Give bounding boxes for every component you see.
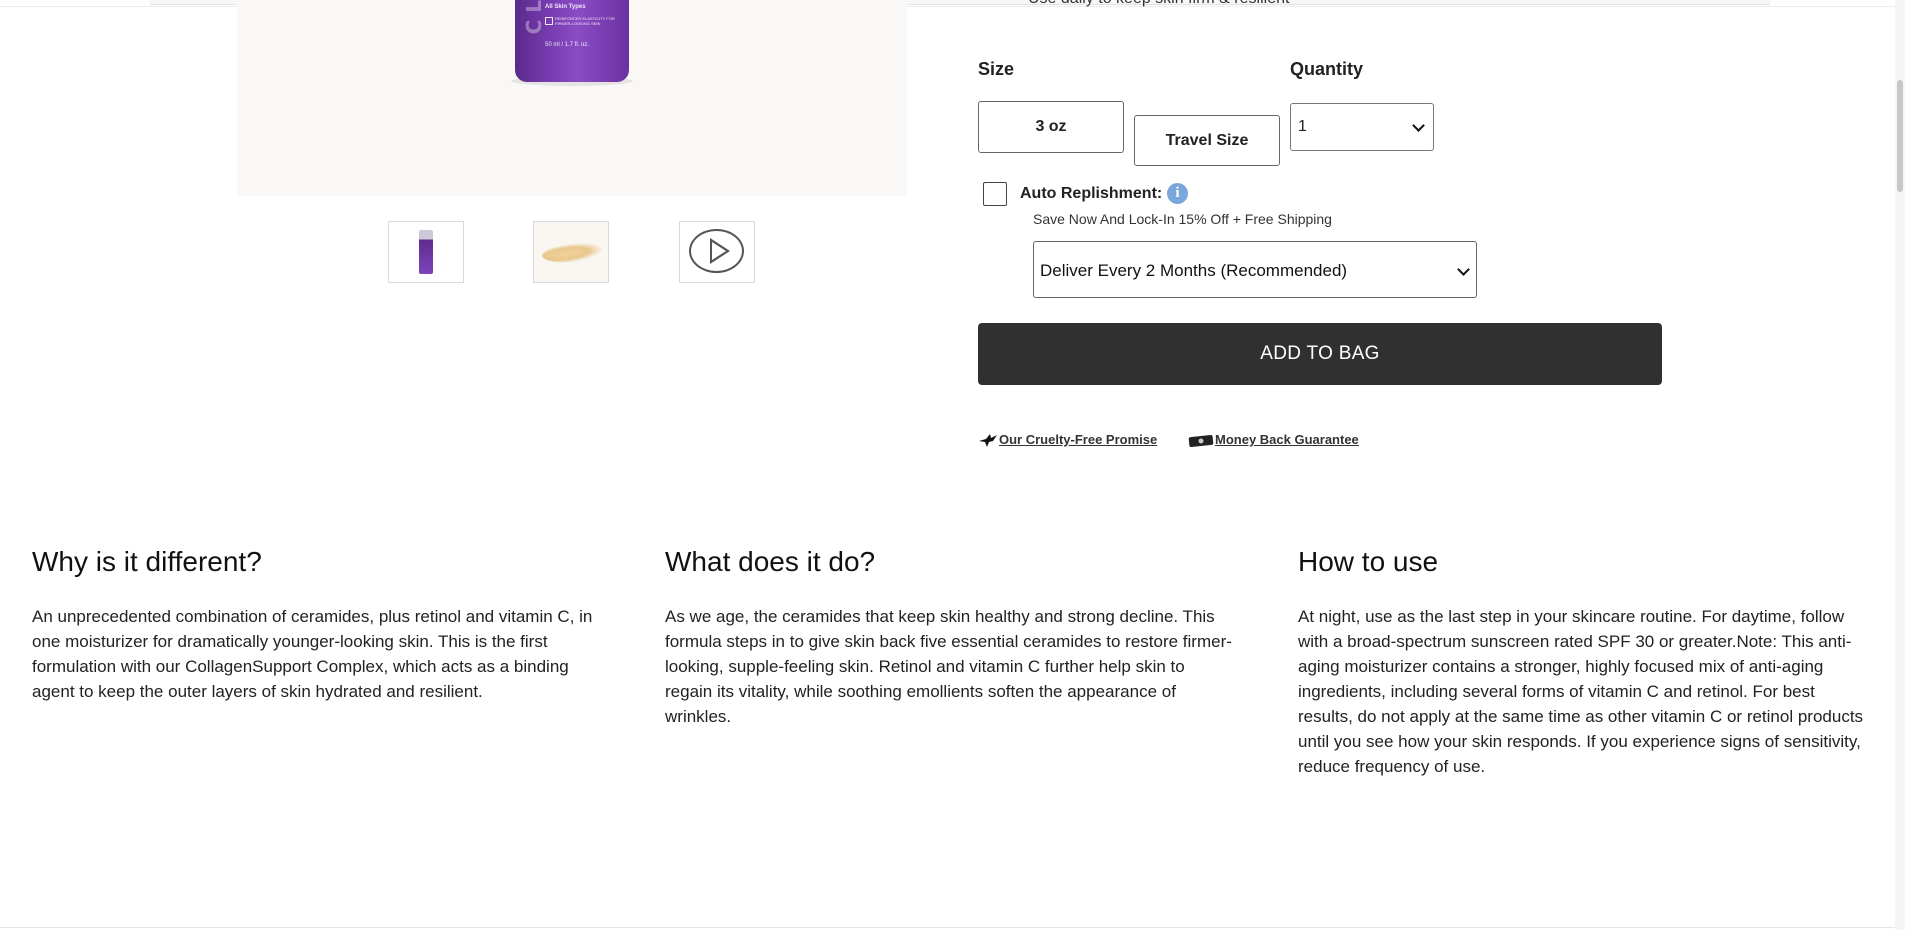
product-jar-image: C L All Skin Types REINFORCES ELASTICITY… — [515, 0, 629, 82]
size-option-travel[interactable]: Travel Size — [1134, 115, 1280, 166]
jar-check-icon — [545, 17, 553, 25]
section-heading: What does it do? — [665, 546, 876, 577]
quantity-select[interactable]: 1 — [1290, 103, 1434, 151]
jar-brand-letters: C L — [522, 0, 546, 35]
jar-volume-text: 50 ml / 1.7 fl. oz. — [545, 42, 590, 48]
bird-icon — [979, 434, 997, 447]
delivery-frequency-value: Deliver Every 2 Months (Recommended) — [1040, 261, 1348, 280]
bottle-thumbnail-icon — [419, 230, 433, 274]
quantity-label: Quantity — [1290, 59, 1364, 79]
cream-swatch-icon — [541, 239, 603, 267]
product-main-image: C L All Skin Types REINFORCES ELASTICITY… — [237, 0, 907, 196]
feature-bullet-cutoff: Use daily to keep skin firm & resilient — [1028, 0, 1289, 8]
section-body: An unprecedented combination of ceramide… — [32, 607, 593, 701]
how-to-use-section: How to use At night, use as the last ste… — [1298, 542, 1870, 779]
scrollbar-thumb[interactable] — [1897, 80, 1903, 192]
chevron-down-icon — [1457, 263, 1470, 276]
jar-skin-type-text: All Skin Types — [545, 4, 586, 10]
section-heading: Why is it different? — [32, 546, 262, 577]
section-body: As we age, the ceramides that keep skin … — [665, 607, 1232, 726]
size-label: Size — [978, 59, 1015, 79]
bottom-divider — [0, 927, 1905, 928]
auto-replenishment-label: Auto Replishment: — [1020, 185, 1163, 202]
chevron-down-icon — [1412, 119, 1425, 132]
page-scrollbar[interactable] — [1895, 0, 1905, 930]
section-body: At night, use as the last step in your s… — [1298, 607, 1864, 776]
delivery-frequency-select[interactable]: Deliver Every 2 Months (Recommended) — [1033, 241, 1477, 298]
auto-replenishment-checkbox[interactable] — [983, 182, 1007, 206]
quantity-value: 1 — [1298, 118, 1307, 135]
auto-replenishment-subtext: Save Now And Lock-In 15% Off + Free Ship… — [1033, 211, 1332, 227]
jar-benefit-text: REINFORCES ELASTICITY FOR FIRMER-LOOKING… — [555, 16, 615, 26]
thumbnail-swatch[interactable] — [533, 221, 609, 283]
thumbnail-bottle[interactable] — [388, 221, 464, 283]
cruelty-free-link[interactable]: Our Cruelty-Free Promise — [999, 432, 1157, 447]
section-heading: How to use — [1298, 546, 1439, 577]
thumbnail-video[interactable] — [679, 221, 755, 283]
money-icon — [1188, 434, 1214, 448]
info-icon[interactable]: i — [1167, 183, 1188, 204]
size-option-3oz[interactable]: 3 oz — [978, 101, 1124, 153]
money-back-link[interactable]: Money Back Guarantee — [1215, 432, 1359, 447]
add-to-bag-button[interactable]: ADD TO BAG — [978, 323, 1662, 385]
product-page: C L All Skin Types REINFORCES ELASTICITY… — [0, 0, 1905, 930]
what-does-it-do-section: What does it do? As we age, the ceramide… — [665, 542, 1235, 729]
why-different-section: Why is it different? An unprecedented co… — [32, 542, 602, 704]
